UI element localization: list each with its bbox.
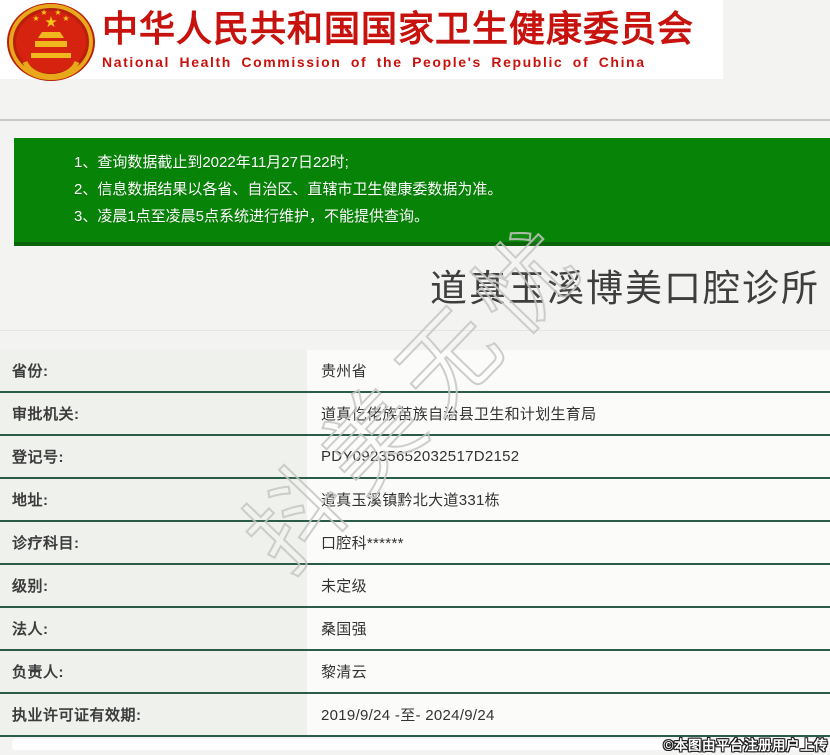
svg-text:★: ★ <box>54 8 61 17</box>
field-label: 地址: <box>0 479 307 520</box>
field-label: 执业许可证有效期: <box>0 694 307 735</box>
clinic-name-title: 道真玉溪博美口腔诊所 <box>430 268 820 309</box>
national-emblem-icon: ★ ★ ★ ★ ★ <box>7 3 95 81</box>
header-titles: 中华人民共和国国家卫生健康委员会 National Health Commiss… <box>102 8 722 72</box>
field-value: 道真仡佬族苗族自治县卫生和计划生育局 <box>307 393 830 434</box>
field-value: 贵州省 <box>307 350 830 391</box>
table-row-level: 级别: 未定级 <box>0 565 830 608</box>
field-value: 未定级 <box>307 565 830 606</box>
notice-line-1: 1、查询数据截止到2022年11月27日22时; <box>74 154 349 171</box>
table-row-medical-subjects: 诊疗科目: 口腔科****** <box>0 522 830 565</box>
field-label: 法人: <box>0 608 307 649</box>
field-label: 审批机关: <box>0 393 307 434</box>
table-row-province: 省份: 贵州省 <box>0 350 830 393</box>
result-table: 省份: 贵州省 审批机关: 道真仡佬族苗族自治县卫生和计划生育局 登记号: PD… <box>0 350 830 737</box>
notice-line-2: 2、信息数据结果以各省、自治区、直辖市卫生健康委数据为准。 <box>74 181 503 198</box>
field-value: PDY09235652032517D2152 <box>307 436 830 477</box>
header-title-cn: 中华人民共和国国家卫生健康委员会 <box>102 8 695 49</box>
field-label: 诊疗科目: <box>0 522 307 563</box>
field-label: 负责人: <box>0 651 307 692</box>
table-row-approval-authority: 审批机关: 道真仡佬族苗族自治县卫生和计划生育局 <box>0 393 830 436</box>
notice-line-3: 3、凌晨1点至凌晨5点系统进行维护，不能提供查询。 <box>74 208 430 225</box>
header-banner: ★ ★ ★ ★ ★ 中华人民共和国国家卫生健康委员会 National Heal… <box>0 0 723 81</box>
table-row-legal-person: 法人: 桑国强 <box>0 608 830 651</box>
field-label: 级别: <box>0 565 307 606</box>
field-value: 桑国强 <box>307 608 830 649</box>
table-row-license-validity: 执业许可证有效期: 2019/9/24 -至- 2024/9/24 <box>0 694 830 737</box>
field-value: 2019/9/24 -至- 2024/9/24 <box>307 694 830 735</box>
header-title-en: National Health Commission of the People… <box>102 54 646 70</box>
field-label: 省份: <box>0 350 307 391</box>
table-row-registration-number: 登记号: PDY09235652032517D2152 <box>0 436 830 479</box>
header-divider <box>0 119 830 121</box>
field-value: 黎清云 <box>307 651 830 692</box>
field-value: 道真玉溪镇黔北大道331栋 <box>307 479 830 520</box>
field-label: 登记号: <box>0 436 307 477</box>
svg-text:★: ★ <box>40 8 47 17</box>
table-row-person-in-charge: 负责人: 黎清云 <box>0 651 830 694</box>
field-value: 口腔科****** <box>307 522 830 563</box>
table-top-divider <box>0 330 830 331</box>
upload-credit-text: ©本图由平台注册用户上传 <box>663 738 828 753</box>
page: ★ ★ ★ ★ ★ 中华人民共和国国家卫生健康委员会 National Heal… <box>0 0 830 755</box>
notice-box: 1、查询数据截止到2022年11月27日22时; 2、信息数据结果以各省、自治区… <box>14 138 830 246</box>
table-row-address: 地址: 道真玉溪镇黔北大道331栋 <box>0 479 830 522</box>
svg-text:★: ★ <box>32 14 39 23</box>
svg-text:★: ★ <box>62 14 69 23</box>
